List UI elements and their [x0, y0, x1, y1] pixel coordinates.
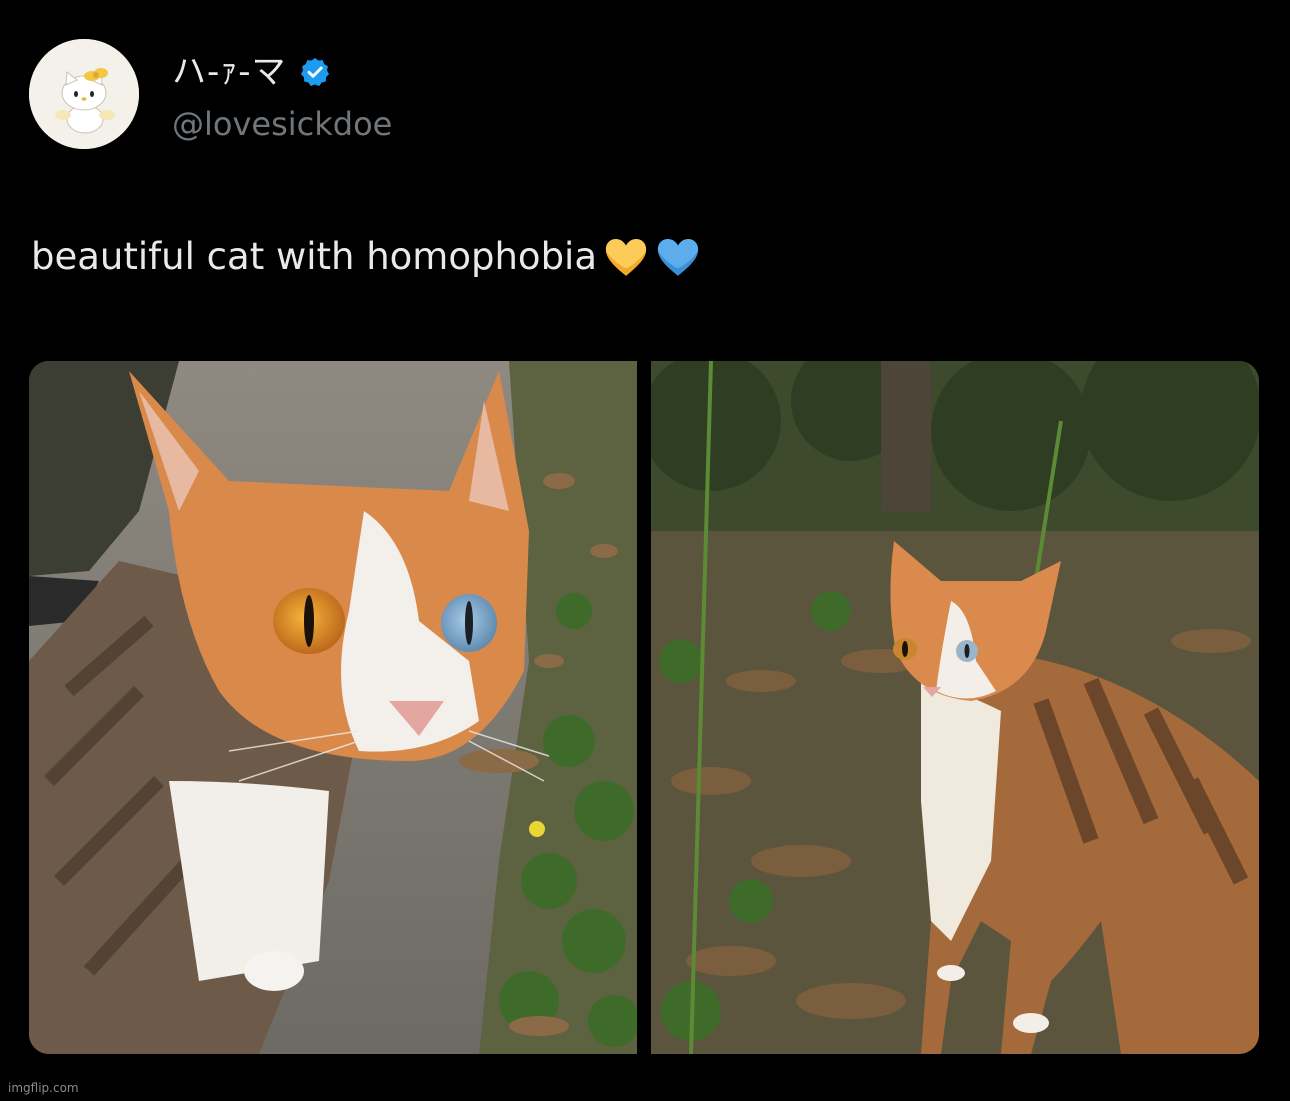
media-image-cat-closeup[interactable]: [29, 361, 637, 1054]
tweet-text: beautiful cat with homophobia: [31, 233, 701, 281]
blue-heart-icon: [655, 234, 701, 280]
display-name-text[interactable]: ハ-ｧ-マ: [172, 52, 287, 92]
yellow-heart-icon: [603, 234, 649, 280]
verified-badge-icon: [299, 56, 331, 88]
watermark: imgflip.com: [8, 1081, 79, 1095]
author-handle[interactable]: @lovesickdoe: [172, 104, 392, 144]
author-display-name[interactable]: ハ-ｧ-マ: [172, 52, 331, 92]
hello-kitty-avatar-icon: [29, 39, 139, 149]
media-image-cat-standing[interactable]: [651, 361, 1259, 1054]
avatar[interactable]: [29, 39, 139, 149]
tweet-media[interactable]: [29, 361, 1259, 1054]
tweet-body: beautiful cat with homophobia: [31, 235, 598, 278]
